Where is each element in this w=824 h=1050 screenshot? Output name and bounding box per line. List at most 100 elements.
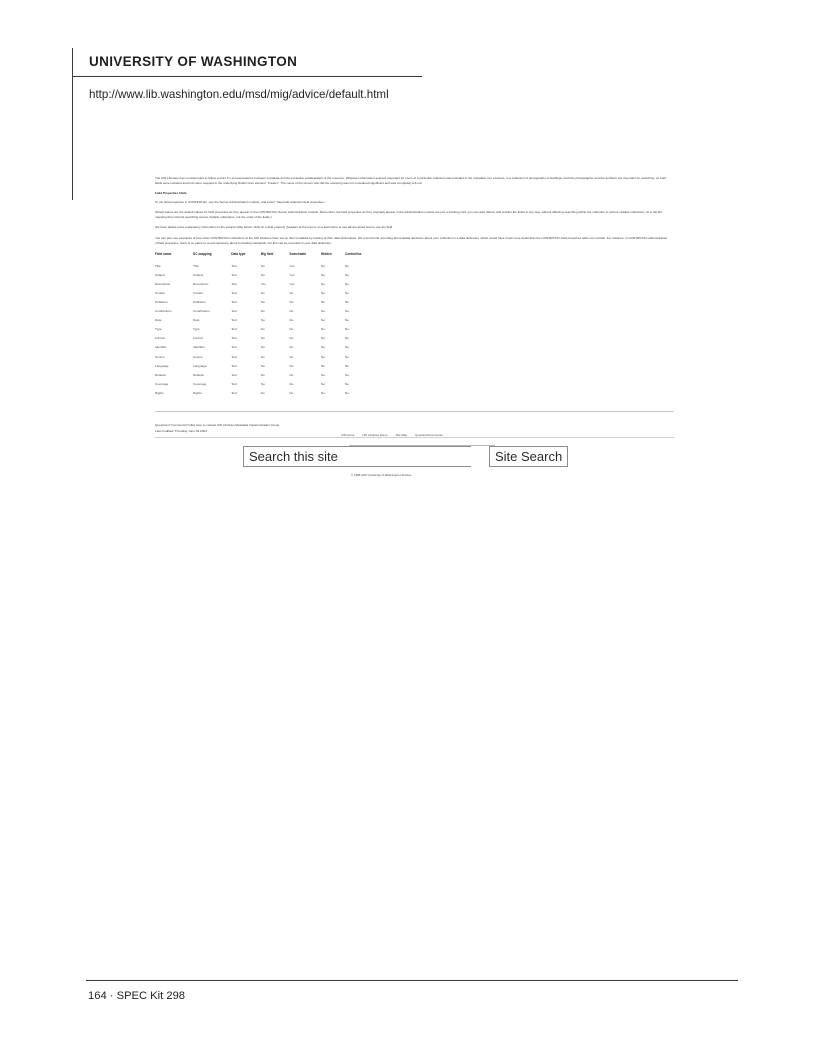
cell-value: Yes [289, 272, 295, 277]
cell-field-name[interactable]: Language [155, 361, 193, 370]
cell-value: Text [231, 354, 237, 359]
instructions-paragraph: To set field properties in CONTENTdm, us… [155, 200, 326, 205]
data-dictionary-paragraph: You can also see examples of how other C… [155, 235, 668, 245]
cell-value: No [289, 381, 294, 386]
column-header-field-name[interactable]: Field name [155, 252, 193, 261]
cell-value: No [260, 318, 265, 323]
footer-divider [86, 980, 738, 982]
cell-value: Type [193, 327, 200, 332]
column-header-data-type[interactable]: Data type [231, 252, 261, 261]
table-body: Title Title Text No Yes No No Subject Subject Tex… [155, 261, 371, 397]
cell-value: Text [231, 390, 237, 395]
table-row: Date Date Text No No No No [155, 316, 371, 325]
table-header-row: Field name DC mapping Data type Big fiel… [155, 252, 371, 261]
cell-value: No [289, 318, 294, 323]
cell-value: No [321, 281, 325, 286]
cell-value: No [344, 290, 349, 295]
cell-field-name[interactable]: Format [155, 334, 193, 343]
cell-value: No [344, 390, 349, 395]
cell-value: Publisher [193, 299, 206, 304]
cell-value: Text [231, 263, 237, 268]
page-title: UNIVERSITY OF WASHINGTON [89, 54, 298, 69]
site-search-button-label: Site Search [495, 448, 563, 464]
table-row: Language Language Text No No No No [155, 361, 371, 370]
cell-value: No [321, 309, 325, 314]
document-page: UNIVERSITY OF WASHINGTON http://www.lib.… [0, 0, 824, 1050]
cell-value: Identifier [193, 345, 205, 350]
cell-value: Description [193, 281, 209, 286]
cell-value: Subject [193, 272, 204, 277]
cell-value: No [344, 336, 349, 341]
cell-field-name[interactable]: Contributors [155, 307, 193, 316]
cell-value: No [321, 336, 325, 341]
table-row: Source Source Text No No No No [155, 352, 371, 361]
cell-value: Title [193, 263, 199, 268]
cell-value: No [321, 345, 325, 350]
cell-value: Text [231, 318, 237, 323]
cell-value: No [289, 363, 294, 368]
footer-nav-link[interactable]: Questions/Comments [415, 433, 443, 437]
cell-value: No [260, 390, 265, 395]
cell-value: Text [231, 299, 237, 304]
cell-value: Text [231, 336, 237, 341]
field-properties-table: Field name DC mapping Data type Big fiel… [155, 252, 371, 397]
cell-field-name[interactable]: Source [155, 352, 193, 361]
table-row: Rights Rights Text No No No No [155, 388, 371, 397]
cell-value: No [321, 327, 325, 332]
cell-field-name[interactable]: Rights [155, 388, 193, 397]
section-heading: Field Properties Table [155, 191, 187, 196]
cell-value: Yes [289, 281, 295, 286]
cell-value: No [260, 290, 265, 295]
site-search-button[interactable]: Site Search [489, 445, 569, 467]
cell-field-name[interactable]: Description [155, 279, 193, 288]
cell-value: No [260, 381, 265, 386]
footer-nav-link[interactable]: UW Home [341, 433, 354, 437]
cell-value: No [260, 272, 265, 277]
content-divider [155, 411, 674, 413]
footer-nav-link[interactable]: Site Map [396, 433, 407, 437]
cell-field-name[interactable]: Relation [155, 370, 193, 379]
table-row: Title Title Text No Yes No No [155, 261, 371, 270]
footer-nav-links: UW Home UW Libraries Home Site Map Question… [341, 433, 443, 437]
cell-value: No [289, 327, 294, 332]
cell-value: No [321, 390, 325, 395]
cell-field-name[interactable]: Title [155, 261, 193, 270]
table-row: Format Format Text No No No No [155, 334, 371, 343]
cell-value: Text [231, 363, 237, 368]
table-row: Contributors Contributors Text No No No No [155, 307, 371, 316]
cell-value: No [260, 309, 265, 314]
cell-value: Coverage [193, 381, 207, 386]
screenshot-capture: The UW Libraries has not attempted to fo… [155, 176, 675, 477]
cell-value: Text [231, 290, 237, 295]
cell-value: Language [193, 363, 207, 368]
column-header-searchable[interactable]: Searchable [289, 252, 321, 261]
cell-field-name[interactable]: Coverage [155, 379, 193, 388]
column-header-big-field[interactable]: Big field [261, 252, 290, 261]
source-url: http://www.lib.washington.edu/msd/mig/ad… [89, 88, 389, 101]
table-row: Type Type Text No No No No [155, 325, 371, 334]
cell-value: Rights [193, 390, 202, 395]
table-row: Subject Subject Text No Yes No No [155, 270, 371, 279]
column-header-controlvoc[interactable]: ControlVoc [345, 252, 371, 261]
cell-field-name[interactable]: Subject [155, 270, 193, 279]
cell-value: Yes [289, 263, 295, 268]
column-header-dc-mapping[interactable]: DC mapping [193, 252, 231, 261]
site-footer: Questions? Comments? Click here to conta… [155, 423, 675, 477]
cell-value: No [344, 318, 349, 323]
search-input-value: Search this site [249, 448, 338, 464]
cell-value: No [289, 299, 294, 304]
cell-field-name[interactable]: Identifier [155, 343, 193, 352]
search-input[interactable]: Search this site [243, 445, 471, 467]
cell-value: No [344, 372, 349, 377]
cell-field-name[interactable]: Publisher [155, 297, 193, 306]
cell-value: Text [231, 345, 237, 350]
cell-field-name[interactable]: Type [155, 325, 193, 334]
explanatory-paragraph: We have added extra explanatory informat… [155, 225, 394, 230]
cell-field-name[interactable]: Date [155, 316, 193, 325]
cell-field-name[interactable]: Creator [155, 288, 193, 297]
cell-value: Text [231, 309, 237, 314]
column-header-hidden[interactable]: Hidden [321, 252, 345, 261]
cell-value: No [321, 290, 325, 295]
cell-value: No [260, 336, 265, 341]
footer-nav-link[interactable]: UW Libraries Home [362, 433, 387, 437]
